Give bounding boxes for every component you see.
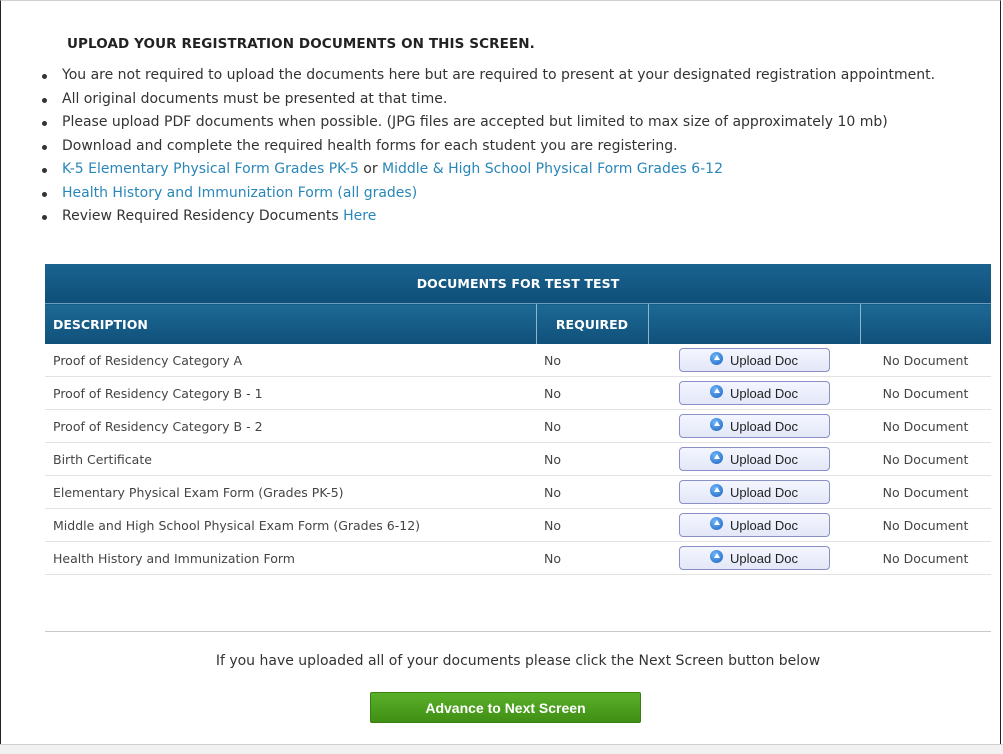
- upload-icon: [710, 483, 724, 497]
- bullet-text: Download and complete the required healt…: [62, 137, 678, 154]
- upload-icon: [710, 450, 724, 464]
- row-status: No Document: [860, 376, 992, 410]
- row-description: Proof of Residency Category A: [45, 344, 536, 377]
- bullet-physical-forms: K-5 Elementary Physical Form Grades PK-5…: [40, 158, 990, 182]
- row-description: Proof of Residency Category B - 1: [45, 376, 536, 410]
- upload-label: Upload Doc: [730, 451, 798, 467]
- row-description: Proof of Residency Category B - 2: [45, 409, 536, 443]
- upload-cell: Upload Doc: [648, 541, 860, 575]
- upload-label: Upload Doc: [730, 517, 798, 533]
- upload-doc-button[interactable]: Upload Doc: [678, 513, 830, 537]
- table-row: Proof of Residency Category A No Upload …: [45, 344, 992, 377]
- instructions-list: You are not required to upload the docum…: [40, 64, 990, 229]
- table-row: Health History and Immunization Form No …: [45, 541, 992, 575]
- table-title: DOCUMENTS FOR TEST TEST: [45, 264, 992, 304]
- row-status: No Document: [860, 442, 992, 476]
- table-row: Elementary Physical Exam Form (Grades PK…: [45, 475, 992, 509]
- table-title-row: DOCUMENTS FOR TEST TEST: [45, 264, 992, 304]
- page-heading: UPLOAD YOUR REGISTRATION DOCUMENTS ON TH…: [67, 36, 535, 52]
- upload-label: Upload Doc: [730, 550, 798, 566]
- upload-doc-button[interactable]: Upload Doc: [678, 480, 830, 504]
- upload-cell: Upload Doc: [648, 376, 860, 410]
- upload-doc-button[interactable]: Upload Doc: [678, 447, 830, 471]
- table-row: Proof of Residency Category B - 1 No Upl…: [45, 376, 992, 410]
- row-required: No: [536, 409, 648, 443]
- bullet-health-history: Health History and Immunization Form (al…: [40, 182, 990, 206]
- row-description: Health History and Immunization Form: [45, 541, 536, 575]
- row-description: Elementary Physical Exam Form (Grades PK…: [45, 475, 536, 509]
- advance-next-screen-button[interactable]: Advance to Next Screen: [370, 692, 641, 723]
- residency-here-link[interactable]: Here: [343, 208, 376, 224]
- row-required: No: [536, 376, 648, 410]
- row-required: No: [536, 508, 648, 542]
- upload-label: Upload Doc: [730, 352, 798, 368]
- next-screen-instruction: If you have uploaded all of your documen…: [215, 653, 821, 669]
- documents-table: DOCUMENTS FOR TEST TEST DESCRIPTION REQU…: [45, 264, 992, 575]
- table-header-row: DESCRIPTION REQUIRED: [45, 303, 992, 344]
- section-divider: [45, 631, 991, 632]
- bullet-text: Please upload PDF documents when possibl…: [62, 114, 888, 130]
- row-required: No: [536, 475, 648, 509]
- upload-icon: [710, 516, 724, 530]
- upload-icon: [710, 417, 724, 431]
- upload-doc-button[interactable]: Upload Doc: [678, 381, 830, 405]
- row-status: No Document: [860, 409, 992, 443]
- upload-label: Upload Doc: [730, 418, 798, 434]
- row-description: Middle and High School Physical Exam For…: [45, 508, 536, 542]
- bullet-text: You are not required to upload the docum…: [62, 67, 936, 83]
- table-row: Proof of Residency Category B - 2 No Upl…: [45, 409, 992, 443]
- residency-text: Review Required Residency Documents: [62, 208, 344, 224]
- row-required: No: [536, 442, 648, 476]
- upload-label: Upload Doc: [730, 484, 798, 500]
- col-description-header: DESCRIPTION: [45, 303, 536, 344]
- row-required: No: [536, 344, 648, 377]
- row-status: No Document: [860, 508, 992, 542]
- upload-icon: [710, 351, 724, 365]
- row-required: No: [536, 541, 648, 575]
- bullet-health-forms: Download and complete the required healt…: [40, 135, 990, 159]
- upload-label: Upload Doc: [730, 385, 798, 401]
- upload-cell: Upload Doc: [648, 508, 860, 542]
- upload-icon: [710, 384, 724, 398]
- row-status: No Document: [860, 475, 992, 509]
- upload-cell: Upload Doc: [648, 344, 860, 377]
- row-status: No Document: [860, 344, 992, 377]
- upload-doc-button[interactable]: Upload Doc: [678, 546, 830, 570]
- col-status-header: [859, 303, 992, 344]
- col-upload-header: [647, 303, 860, 344]
- middle-high-physical-form-link[interactable]: Middle & High School Physical Form Grade…: [382, 161, 723, 177]
- col-required-header: REQUIRED: [535, 303, 648, 344]
- bullet-pdf: Please upload PDF documents when possibl…: [40, 111, 990, 135]
- upload-icon: [710, 549, 724, 563]
- bullet-residency: Review Required Residency Documents Here: [40, 205, 990, 229]
- bullet-originals: All original documents must be presented…: [40, 88, 990, 112]
- bullet-text: All original documents must be presented…: [62, 90, 448, 107]
- table-row: Middle and High School Physical Exam For…: [45, 508, 992, 542]
- or-text: or: [358, 161, 383, 177]
- upload-cell: Upload Doc: [648, 475, 860, 509]
- upload-doc-button[interactable]: Upload Doc: [678, 348, 830, 372]
- upload-doc-button[interactable]: Upload Doc: [678, 414, 830, 438]
- row-status: No Document: [860, 541, 992, 575]
- health-history-form-link[interactable]: Health History and Immunization Form (al…: [62, 185, 417, 201]
- k5-physical-form-link[interactable]: K-5 Elementary Physical Form Grades PK-5: [62, 161, 359, 177]
- row-description: Birth Certificate: [45, 442, 536, 476]
- upload-cell: Upload Doc: [648, 442, 860, 476]
- table-row: Birth Certificate No Upload Doc No Docum…: [45, 442, 992, 476]
- bullet-not-required: You are not required to upload the docum…: [40, 64, 990, 88]
- upload-cell: Upload Doc: [648, 409, 860, 443]
